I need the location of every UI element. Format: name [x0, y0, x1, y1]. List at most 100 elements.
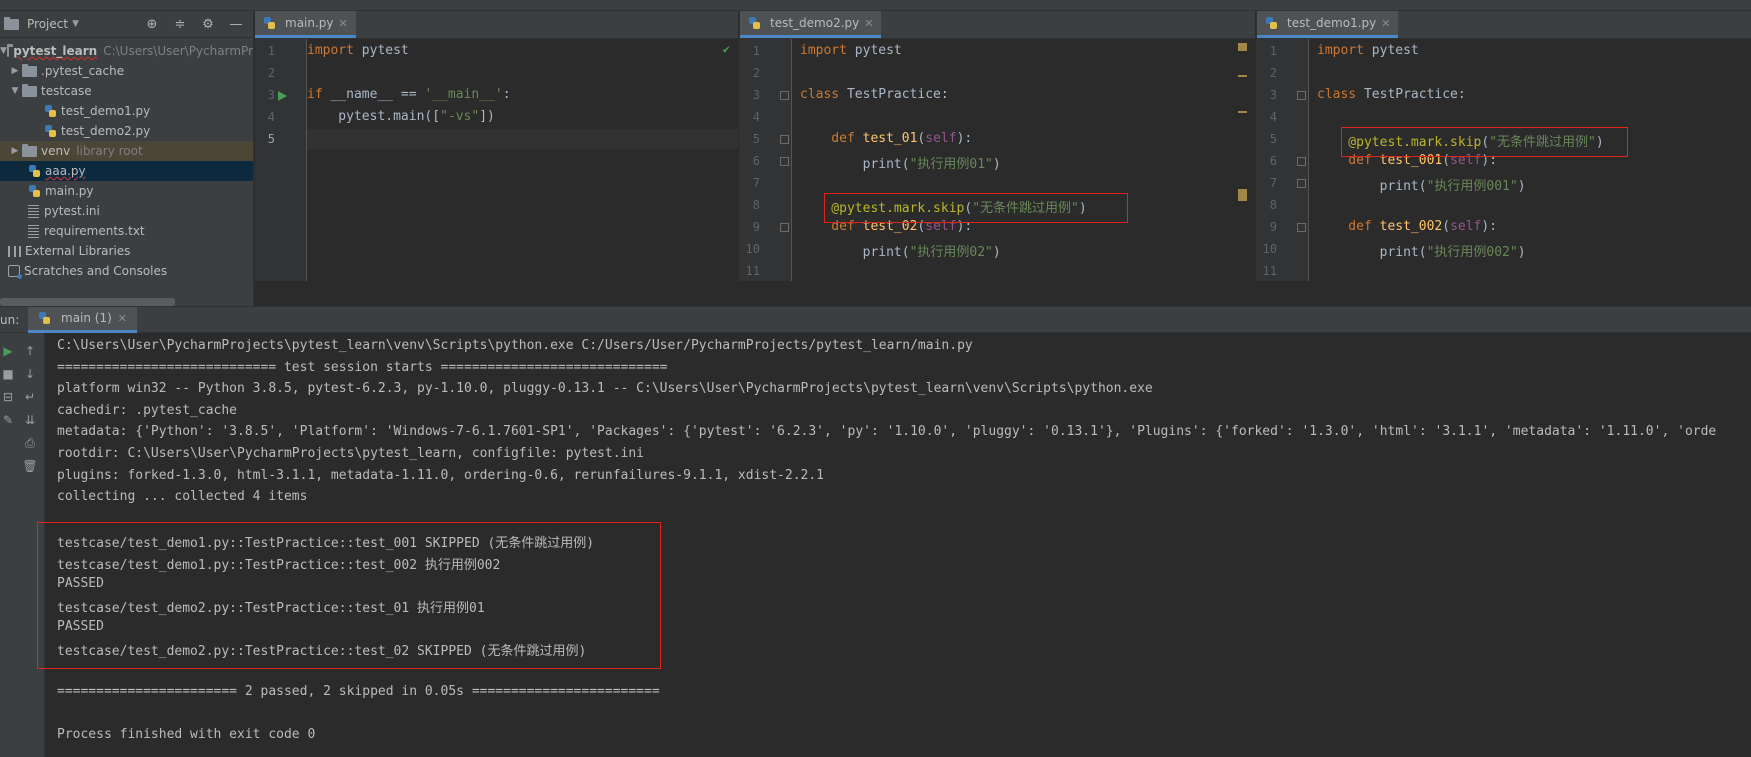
python-file-icon: [263, 16, 276, 30]
scrollbar-marker[interactable]: [1238, 43, 1247, 51]
fold-marker-icon[interactable]: [780, 135, 789, 144]
close-icon[interactable]: ✕: [864, 17, 873, 30]
project-view-selector[interactable]: Project ▼: [4, 16, 79, 31]
fold-marker-icon[interactable]: [1297, 157, 1306, 166]
pin-icon[interactable]: ✎: [0, 412, 16, 428]
console-line: ======================= 2 passed, 2 skip…: [57, 683, 660, 699]
arrow-down-icon[interactable]: ↓: [22, 366, 38, 382]
scroll-to-end-icon[interactable]: ⇊: [22, 412, 38, 428]
folder-icon: [22, 63, 37, 77]
code-area[interactable]: 1 2 3 4 5 6 7 8 9 10 11 import pytest class TestPrac…: [1257, 39, 1751, 281]
chevron-right-icon[interactable]: ▶: [8, 66, 22, 76]
locate-icon[interactable]: ⊕: [145, 17, 159, 32]
rerun-icon[interactable]: ▶: [0, 343, 16, 359]
tab-test-demo1-py[interactable]: test_demo1.py ✕: [1257, 11, 1399, 38]
code-line: def test_002(self):: [1317, 219, 1498, 234]
fold-marker-icon[interactable]: [1297, 91, 1306, 100]
fold-marker-icon[interactable]: [1297, 179, 1306, 188]
line-number: 7: [1269, 176, 1277, 190]
line-number: 1: [752, 44, 760, 58]
fold-marker-icon[interactable]: [780, 157, 789, 166]
tree-item-test-demo1[interactable]: test_demo1.py: [0, 101, 253, 121]
console-line: ============================ test sessio…: [57, 359, 668, 375]
folder-icon: [22, 143, 37, 157]
line-number: 9: [1269, 220, 1277, 234]
tab-test-demo2-py[interactable]: test_demo2.py ✕: [740, 11, 882, 38]
close-icon[interactable]: ✕: [339, 17, 348, 30]
horizontal-scrollbar[interactable]: [0, 298, 175, 306]
fold-marker-icon[interactable]: [780, 223, 789, 232]
scrollbar-marker[interactable]: [1238, 111, 1247, 113]
code-line: print("执行用例002"): [1317, 245, 1526, 260]
print-icon[interactable]: ⎙: [22, 435, 38, 451]
tree-item-pytest-learn[interactable]: ▼ pytest_learn C:\Users\User\PycharmPr: [0, 41, 253, 61]
line-number: 1: [1269, 44, 1277, 58]
code-line: class TestPractice:: [800, 87, 949, 102]
line-number: 3: [752, 88, 760, 102]
line-number-gutter: 1 2 3 4 5: [255, 39, 307, 281]
close-icon[interactable]: ✕: [1381, 17, 1390, 30]
trash-icon[interactable]: 🗑: [22, 458, 38, 474]
gear-icon[interactable]: ⚙: [201, 17, 215, 32]
minimize-icon[interactable]: —: [229, 17, 243, 32]
stop-icon[interactable]: ■: [0, 366, 16, 382]
scrollbar-marker[interactable]: [1238, 189, 1247, 201]
console-line: C:\Users\User\PycharmProjects\pytest_lea…: [57, 338, 973, 353]
tree-item-label: Scratches and Consoles: [24, 264, 168, 278]
title-strip: [0, 0, 1751, 11]
line-number: 6: [1269, 154, 1277, 168]
line-number: 2: [1269, 66, 1277, 80]
editor-test-demo1: test_demo1.py ✕ 1 2 3 4 5 6 7 8 9 10 11 import pyte…: [1256, 11, 1751, 281]
chevron-right-icon[interactable]: ▶: [8, 146, 22, 156]
python-file-icon: [44, 124, 57, 138]
tab-main-py[interactable]: main.py ✕: [255, 11, 356, 38]
editor-tabbar: main.py ✕: [255, 11, 738, 39]
console-line: cachedir: .pytest_cache: [57, 402, 238, 418]
run-tab-main[interactable]: main (1) ✕: [28, 306, 138, 333]
console-line: Process finished with exit code 0: [57, 726, 316, 742]
layout-icon[interactable]: ⊟: [0, 389, 16, 405]
tree-item-hint: library root: [76, 144, 143, 158]
line-number: 11: [745, 264, 760, 278]
inspection-ok-icon[interactable]: ✔: [723, 42, 730, 56]
code-area[interactable]: 1 2 3 4 5 import pytest if __name__ == '__main…: [255, 39, 738, 281]
line-number: 10: [745, 242, 760, 256]
close-icon[interactable]: ✕: [118, 312, 127, 325]
collapse-all-icon[interactable]: ≑: [173, 17, 187, 32]
line-number: 1: [267, 44, 275, 58]
run-gutter-icon[interactable]: [278, 91, 287, 101]
tree-item-label: External Libraries: [25, 244, 131, 258]
tree-item-label: pytest.ini: [44, 204, 100, 218]
line-number: 2: [752, 66, 760, 80]
fold-marker-icon[interactable]: [780, 91, 789, 100]
tree-item-testcase[interactable]: ▼ testcase: [0, 81, 253, 101]
code-line: class TestPractice:: [1317, 87, 1466, 102]
code-line: import pytest: [1317, 43, 1419, 58]
tree-item-label: requirements.txt: [44, 224, 145, 238]
tree-item-test-demo2[interactable]: test_demo2.py: [0, 121, 253, 141]
tree-item-venv[interactable]: ▶ venv library root: [0, 141, 253, 161]
soft-wrap-icon[interactable]: ↵: [22, 389, 38, 405]
chevron-down-icon[interactable]: ▼: [0, 46, 7, 56]
line-number: 11: [1262, 264, 1277, 278]
tree-item-external-libraries[interactable]: External Libraries: [0, 241, 253, 261]
arrow-up-icon[interactable]: ↑: [22, 343, 38, 359]
tree-item-pytest-cache[interactable]: ▶ .pytest_cache: [0, 61, 253, 81]
fold-marker-icon[interactable]: [1297, 223, 1306, 232]
tree-item-scratches[interactable]: Scratches and Consoles: [0, 261, 253, 281]
tree-item-pytest-ini[interactable]: pytest.ini: [0, 201, 253, 221]
tree-item-main[interactable]: main.py: [0, 181, 253, 201]
line-number-gutter: 1 2 3 4 5 6 7 8 9 10 11: [740, 39, 792, 281]
line-number: 5: [752, 132, 760, 146]
tree-item-hint: C:\Users\User\PycharmPr: [103, 44, 253, 58]
text-file-icon: [28, 224, 39, 238]
folder-icon: [4, 16, 19, 30]
chevron-down-icon[interactable]: ▼: [8, 86, 22, 96]
tree-item-requirements[interactable]: requirements.txt: [0, 221, 253, 241]
console-line: collecting ... collected 4 items: [57, 489, 308, 505]
run-console[interactable]: C:\Users\User\PycharmProjects\pytest_lea…: [37, 333, 1751, 757]
code-area[interactable]: 1 2 3 4 5 6 7 8 9 10 11 import pytest class TestPrac…: [740, 39, 1255, 281]
tree-item-aaa[interactable]: aaa.py: [0, 161, 253, 181]
scrollbar-marker[interactable]: [1238, 75, 1247, 77]
python-file-icon: [38, 311, 51, 325]
